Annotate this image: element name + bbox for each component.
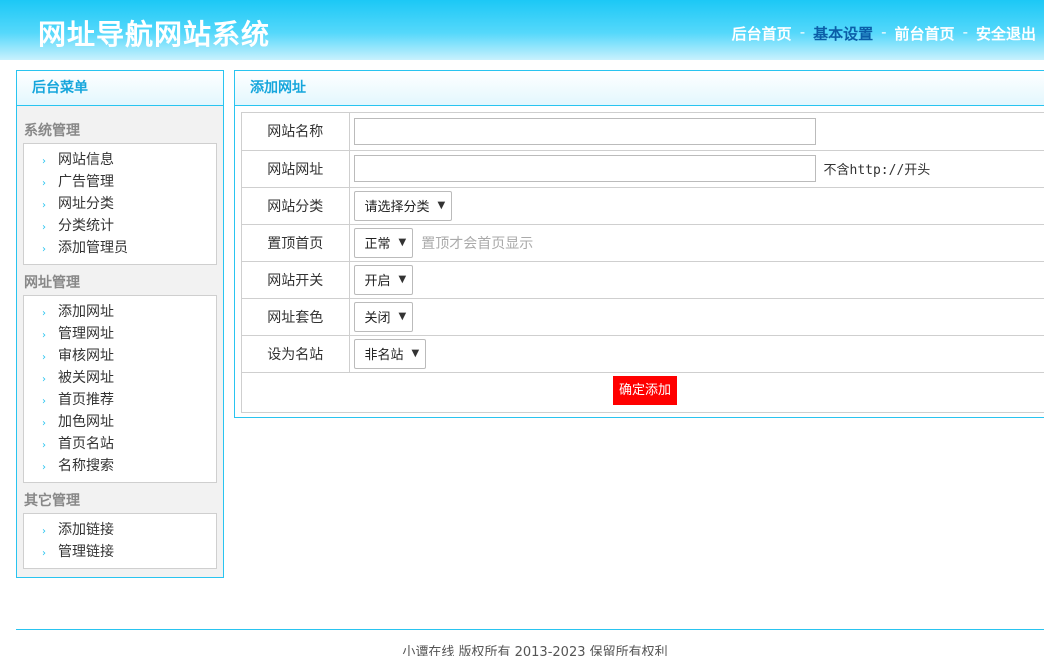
menu-item-add-url[interactable]: › 添加网址 bbox=[24, 301, 216, 323]
top-nav: 后台首页 - 基本设置 - 前台首页 - 安全退出 bbox=[732, 23, 1036, 44]
menu-item-home-recommend[interactable]: › 首页推荐 bbox=[24, 389, 216, 411]
menu-item-site-info[interactable]: › 网站信息 bbox=[24, 149, 216, 171]
add-url-form: 网站名称 网站网址 不含http://开头 网站分类 请选择分类▼ 置顶首页 bbox=[241, 112, 1044, 413]
menu-item-add-admin[interactable]: › 添加管理员 bbox=[24, 237, 216, 259]
main-panel: 添加网址 网站名称 网站网址 不含http://开头 网站分类 请选择分类▼ bbox=[234, 70, 1044, 418]
menu-item-category-stats[interactable]: › 分类统计 bbox=[24, 215, 216, 237]
chevron-down-icon: ▼ bbox=[398, 274, 407, 285]
chevron-right-icon: › bbox=[42, 418, 46, 429]
site-url-input[interactable] bbox=[353, 155, 816, 182]
group-other-menu: › 添加链接 › 管理链接 bbox=[23, 513, 217, 569]
chevron-down-icon: ▼ bbox=[398, 311, 407, 322]
menu-item-manage-url[interactable]: › 管理网址 bbox=[24, 323, 216, 345]
chevron-right-icon: › bbox=[42, 308, 46, 319]
header: 网址导航网站系统 后台首页 - 基本设置 - 前台首页 - 安全退出 bbox=[0, 0, 1044, 60]
site-switch-select[interactable]: 开启 ▼ bbox=[353, 264, 414, 295]
chevron-down-icon: ▼ bbox=[437, 200, 446, 211]
nav-front-home[interactable]: 前台首页 bbox=[895, 23, 955, 44]
submit-button[interactable]: 确定添加 bbox=[613, 376, 678, 406]
menu-item-home-famous[interactable]: › 首页名站 bbox=[24, 433, 216, 455]
chevron-right-icon: › bbox=[42, 330, 46, 341]
chevron-right-icon: › bbox=[42, 374, 46, 385]
nav-admin-home[interactable]: 后台首页 bbox=[732, 23, 792, 44]
menu-item-manage-link[interactable]: › 管理链接 bbox=[24, 541, 216, 563]
chevron-right-icon: › bbox=[42, 352, 46, 363]
menu-item-url-category[interactable]: › 网址分类 bbox=[24, 193, 216, 215]
site-title: 网址导航网站系统 bbox=[38, 18, 271, 51]
nav-separator: - bbox=[962, 23, 968, 41]
chevron-down-icon: ▼ bbox=[411, 348, 420, 359]
chevron-right-icon: › bbox=[42, 178, 46, 189]
chevron-right-icon: › bbox=[42, 156, 46, 167]
sidebar-title: 后台菜单 bbox=[17, 71, 223, 106]
chevron-right-icon: › bbox=[42, 222, 46, 233]
group-url-menu: › 添加网址 › 管理网址 › 审核网址 › 被关网址 › 首页推荐 › 加色网址 › 首页名… bbox=[23, 295, 217, 483]
label-site-name: 网站名称 bbox=[242, 113, 350, 151]
group-title-system: 系统管理 bbox=[24, 123, 80, 139]
group-title-other: 其它管理 bbox=[24, 493, 80, 509]
group-system-menu: › 网站信息 › 广告管理 › 网址分类 › 分类统计 › 添加管理员 bbox=[23, 143, 217, 265]
chevron-right-icon: › bbox=[42, 244, 46, 255]
pin-hint: 置顶才会首页显示 bbox=[421, 235, 534, 252]
label-category: 网站分类 bbox=[242, 187, 350, 225]
label-url-color: 网址套色 bbox=[242, 298, 350, 336]
chevron-right-icon: › bbox=[42, 526, 46, 537]
menu-item-name-search[interactable]: › 名称搜索 bbox=[24, 455, 216, 477]
sidebar: 后台菜单 系统管理 › 网站信息 › 广告管理 › 网址分类 › 分类统计 › 添加管理员… bbox=[16, 70, 224, 578]
pin-home-select[interactable]: 正常 ▼ bbox=[353, 227, 414, 258]
footer-divider bbox=[16, 629, 1044, 630]
url-hint: 不含http://开头 bbox=[823, 163, 931, 178]
url-color-select[interactable]: 关闭 ▼ bbox=[353, 301, 414, 332]
main-title: 添加网址 bbox=[235, 71, 1044, 106]
menu-item-ads[interactable]: › 广告管理 bbox=[24, 171, 216, 193]
label-pin-home: 置顶首页 bbox=[242, 224, 350, 262]
chevron-right-icon: › bbox=[42, 396, 46, 407]
label-site-url: 网站网址 bbox=[242, 150, 350, 188]
nav-logout[interactable]: 安全退出 bbox=[976, 23, 1036, 44]
menu-item-colored-url[interactable]: › 加色网址 bbox=[24, 411, 216, 433]
nav-basic-settings[interactable]: 基本设置 bbox=[813, 23, 873, 44]
menu-item-review-url[interactable]: › 审核网址 bbox=[24, 345, 216, 367]
chevron-right-icon: › bbox=[42, 462, 46, 473]
category-select[interactable]: 请选择分类 ▼ bbox=[353, 190, 453, 221]
menu-item-add-link[interactable]: › 添加链接 bbox=[24, 519, 216, 541]
chevron-right-icon: › bbox=[42, 440, 46, 451]
famous-site-select[interactable]: 非名站 ▼ bbox=[353, 338, 427, 369]
nav-separator: - bbox=[881, 23, 887, 41]
label-famous-site: 设为名站 bbox=[242, 335, 350, 373]
chevron-right-icon: › bbox=[42, 548, 46, 559]
label-site-switch: 网站开关 bbox=[242, 261, 350, 299]
site-name-input[interactable] bbox=[353, 117, 816, 145]
chevron-down-icon: ▼ bbox=[398, 237, 407, 248]
nav-separator: - bbox=[799, 23, 806, 41]
footer-copyright: 小谭在线 版权所有 2013-2023 保留所有权利 bbox=[402, 645, 668, 656]
menu-item-closed-url[interactable]: › 被关网址 bbox=[24, 367, 216, 389]
chevron-right-icon: › bbox=[42, 200, 46, 211]
group-title-url: 网址管理 bbox=[24, 275, 80, 291]
